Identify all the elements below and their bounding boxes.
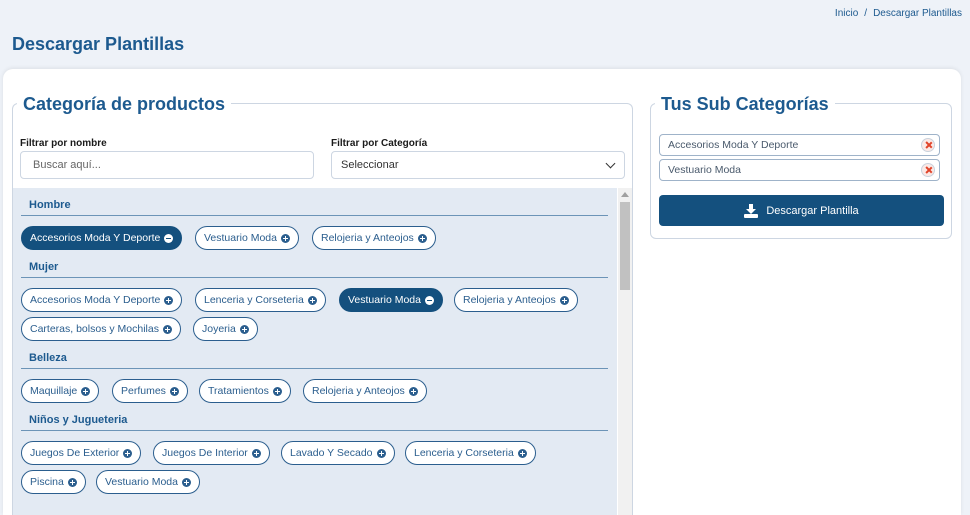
chip-mujer-joyeria[interactable]: Joyeria [193,317,258,341]
chip-label: Relojeria y Anteojos [321,232,414,244]
chip-label: Vestuario Moda [204,232,277,244]
chip-label: Lavado Y Secado [290,447,373,459]
plus-circle-icon [307,295,317,305]
group-divider [21,430,608,431]
chip-ninos-piscina[interactable]: Piscina [21,470,86,494]
chip-mujer-relojeria[interactable]: Relojeria y Anteojos [454,288,578,312]
categories-title: Categoría de productos [17,94,232,115]
selected-subcategory-label: Vestuario Moda [668,164,741,176]
chip-belleza-relojeria[interactable]: Relojeria y Anteojos [303,379,427,403]
scroll-thumb[interactable] [620,202,630,290]
chip-label: Juegos De Interior [162,447,248,459]
chip-hombre-relojeria[interactable]: Relojeria y Anteojos [312,226,436,250]
chip-label: Lenceria y Corseteria [414,447,514,459]
category-list: Hombre Accesorios Moda Y Deporte Vestuar… [13,188,617,515]
breadcrumb-home-link[interactable]: Inicio [835,8,858,19]
plus-circle-icon [239,324,249,334]
breadcrumb: Inicio / Descargar Plantillas [835,8,962,19]
group-divider [21,215,608,216]
plus-circle-icon [251,448,261,458]
chip-belleza-tratamientos[interactable]: Tratamientos [199,379,291,403]
scroll-up-arrow-icon[interactable] [621,192,629,197]
categories-panel: Categoría de productos Filtrar por nombr… [12,94,633,515]
chip-ninos-lenceria[interactable]: Lenceria y Corseteria [405,441,536,465]
category-select[interactable]: Seleccionar [331,151,625,179]
plus-circle-icon [559,295,569,305]
group-title-hombre: Hombre [29,199,71,211]
chip-belleza-maquillaje[interactable]: Maquillaje [21,379,100,403]
page-title: Descargar Plantillas [12,34,185,54]
plus-circle-icon [162,324,172,334]
plus-circle-icon [123,448,133,458]
plus-circle-icon [408,386,418,396]
group-title-mujer: Mujer [29,261,59,273]
plus-circle-icon [417,233,427,243]
chip-label: Juegos De Exterior [30,447,120,459]
filter-category-label: Filtrar por Categoría [331,138,428,149]
download-template-button[interactable]: Descargar Plantilla [659,195,944,226]
chip-label: Relojeria y Anteojos [463,294,556,306]
chip-mujer-accesorios[interactable]: Accesorios Moda Y Deporte [21,288,183,312]
search-input[interactable]: Buscar aquí... [20,151,314,179]
chip-belleza-perfumes[interactable]: Perfumes [112,379,188,403]
plus-circle-icon [164,295,174,305]
plus-circle-icon [272,386,282,396]
chip-label: Carteras, bolsos y Mochilas [30,323,159,335]
plus-circle-icon [517,448,527,458]
chip-label: Accesorios Moda Y Deporte [30,294,161,306]
minus-circle-icon [164,233,174,243]
chip-mujer-carteras[interactable]: Carteras, bolsos y Mochilas [21,317,181,341]
chip-label: Maquillaje [30,385,78,397]
plus-circle-icon [376,448,386,458]
download-template-label: Descargar Plantilla [766,204,859,217]
chip-ninos-vestuario[interactable]: Vestuario Moda [96,470,200,494]
group-title-ninos: Niños y Jugueteria [29,414,128,426]
subcategories-title: Tus Sub Categorías [655,94,835,115]
plus-circle-icon [67,477,77,487]
breadcrumb-separator: / [864,8,868,19]
chip-ninos-exterior[interactable]: Juegos De Exterior [21,441,142,465]
breadcrumb-current: Descargar Plantillas [873,8,962,19]
plus-circle-icon [169,386,179,396]
chip-hombre-accesorios[interactable]: Accesorios Moda Y Deporte [21,226,183,250]
group-title-belleza: Belleza [29,352,67,364]
main-card: Categoría de productos Filtrar por nombr… [3,69,961,515]
chip-ninos-interior[interactable]: Juegos De Interior [153,441,270,465]
subcategories-panel: Tus Sub Categorías Accesorios Moda Y Dep… [650,94,952,239]
chip-label: Lenceria y Corseteria [204,294,304,306]
chip-label: Vestuario Moda [348,294,421,306]
chip-label: Perfumes [121,385,166,397]
selected-subcategory: Vestuario Moda [659,159,940,181]
chevron-down-icon [605,158,616,169]
category-select-value: Seleccionar [341,159,399,171]
selected-subcategory-label: Accesorios Moda Y Deporte [668,139,799,151]
chip-label: Piscina [30,476,64,488]
chip-label: Relojeria y Anteojos [312,385,405,397]
plus-circle-icon [280,233,290,243]
chip-label: Tratamientos [208,385,269,397]
filter-name-label: Filtrar por nombre [20,138,107,149]
group-divider [21,368,608,369]
chip-label: Vestuario Moda [105,476,178,488]
list-scrollbar[interactable] [618,188,632,515]
selected-subcategory: Accesorios Moda Y Deporte [659,134,940,156]
plus-circle-icon [81,386,91,396]
group-divider [21,277,608,278]
chip-mujer-vestuario[interactable]: Vestuario Moda [339,288,443,312]
chip-label: Joyeria [202,323,236,335]
plus-circle-icon [181,477,191,487]
remove-icon[interactable] [921,138,935,152]
download-icon [744,203,759,218]
chip-hombre-vestuario[interactable]: Vestuario Moda [195,226,299,250]
chip-ninos-lavado[interactable]: Lavado Y Secado [281,441,395,465]
chip-mujer-lenceria[interactable]: Lenceria y Corseteria [195,288,326,312]
chip-label: Accesorios Moda Y Deporte [30,232,161,244]
minus-circle-icon [424,295,434,305]
remove-icon[interactable] [921,163,935,177]
